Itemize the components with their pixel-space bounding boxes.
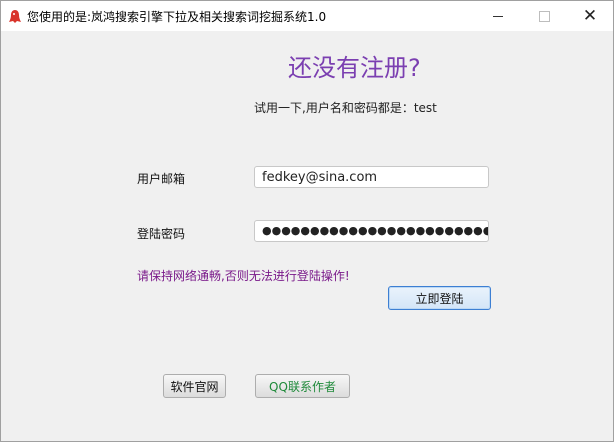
app-icon (9, 10, 21, 23)
close-icon: ✕ (582, 5, 598, 26)
minimize-icon (493, 15, 503, 17)
close-button[interactable]: ✕ (567, 1, 613, 31)
login-button[interactable]: 立即登陆 (388, 286, 491, 310)
password-field[interactable]: ●●●●●●●●●●●●●●●●●●●●●●●●●●●●●●●●●●●●●●●● (254, 220, 489, 242)
network-warning: 请保持网络通畅,否则无法进行登陆操作! (137, 269, 350, 283)
maximize-button[interactable] (521, 1, 567, 31)
email-field[interactable] (254, 166, 489, 188)
email-label: 用户邮箱 (137, 172, 186, 186)
trial-hint: 试用一下,用户名和密码都是：test (254, 101, 437, 115)
register-heading: 还没有注册? (288, 54, 421, 82)
contact-author-qq-button[interactable]: QQ联系作者 (255, 374, 350, 398)
minimize-button[interactable] (475, 1, 521, 31)
maximize-icon (538, 10, 550, 22)
password-label: 登陆密码 (137, 227, 186, 241)
title-bar[interactable]: 您使用的是:岚鸿搜索引擎下拉及相关搜索词挖掘系统1.0 ✕ (1, 1, 613, 31)
software-website-button[interactable]: 软件官网 (163, 374, 226, 398)
window-title: 您使用的是:岚鸿搜索引擎下拉及相关搜索词挖掘系统1.0 (27, 10, 327, 24)
app-window: 您使用的是:岚鸿搜索引擎下拉及相关搜索词挖掘系统1.0 ✕ 还没有注册? 试用一… (0, 0, 614, 442)
